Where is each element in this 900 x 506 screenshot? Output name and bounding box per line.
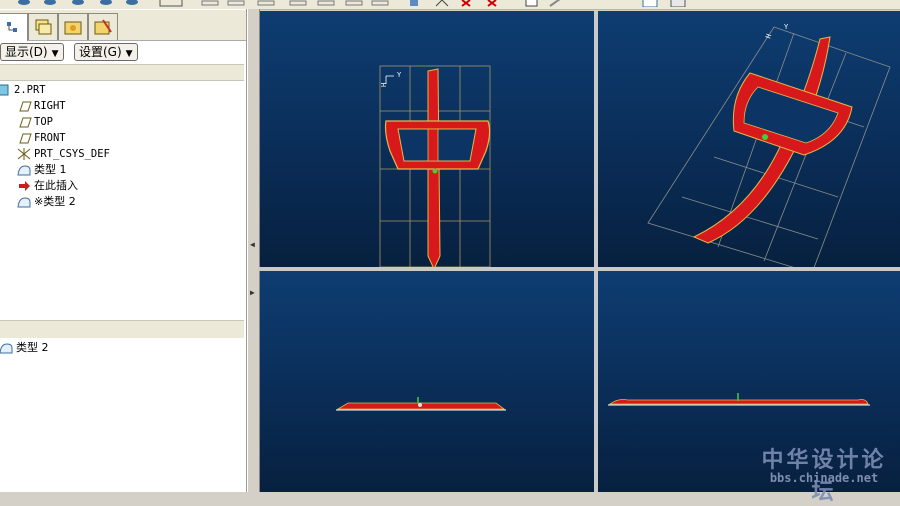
- axis-label-y: Y: [397, 71, 402, 79]
- settings-menu[interactable]: 设置(G) ▼: [74, 43, 138, 61]
- collapse-left-icon[interactable]: ◀: [250, 241, 256, 249]
- chevron-down-icon: ▼: [51, 49, 59, 59]
- model-display-icon[interactable]: [370, 0, 390, 7]
- view-orient-icon[interactable]: [96, 0, 116, 7]
- view-save-icon[interactable]: [14, 0, 34, 7]
- datum-plane-icon[interactable]: [200, 0, 220, 7]
- model-isometric-view: H Y: [647, 23, 891, 267]
- navigator-tabs: [0, 10, 246, 41]
- axis-label-h: H: [380, 83, 388, 87]
- datum-plane-icon: [16, 115, 32, 129]
- layers-icon: [35, 19, 52, 35]
- tree-item-front[interactable]: FRONT: [16, 130, 66, 146]
- csys-icon: [16, 147, 32, 161]
- info-icon[interactable]: [640, 0, 660, 7]
- model-front-view: H Y: [379, 65, 491, 267]
- tree-item-label: 2.PRT: [14, 84, 46, 96]
- model-top-view: [336, 397, 506, 411]
- expand-right-icon[interactable]: ▶: [250, 289, 256, 297]
- axis-label-y: Y: [784, 23, 789, 31]
- view-named-icon[interactable]: [122, 0, 142, 7]
- tree-icon: [7, 22, 17, 32]
- frame-icon[interactable]: [668, 0, 688, 7]
- viewport-top[interactable]: [260, 271, 594, 492]
- tree-item-label: PRT_CSYS_DEF: [34, 148, 110, 160]
- part-icon: [0, 83, 12, 97]
- datum-plane-icon: [16, 99, 32, 113]
- settings-menu-label: 设置(G): [79, 45, 122, 59]
- lower-panel: 类型 2: [0, 338, 244, 492]
- spin-center-icon[interactable]: [344, 0, 364, 7]
- axis-label-h: H: [764, 33, 773, 40]
- tree-menubar: 显示(D) ▼ 设置(G) ▼: [0, 41, 246, 63]
- feature-icon: [16, 195, 32, 209]
- tree-item-label: 在此插入: [34, 179, 78, 192]
- layers-tab[interactable]: [28, 13, 58, 40]
- folder-icon: [64, 21, 82, 35]
- tree-item-feature-1[interactable]: 类型 1: [16, 162, 67, 178]
- favorites-tab[interactable]: [88, 13, 118, 40]
- datum-axis-icon[interactable]: [226, 0, 246, 7]
- tree-item-label: FRONT: [34, 132, 66, 144]
- tree-item-feature-2[interactable]: ※类型 2: [16, 194, 76, 210]
- tree-item-label: ※类型 2: [34, 195, 76, 208]
- model-tree-tab[interactable]: [0, 13, 28, 41]
- tree-item-insert-here[interactable]: 在此插入: [16, 178, 78, 194]
- view-restore-icon[interactable]: [68, 0, 88, 7]
- tree-item-label: TOP: [34, 116, 53, 128]
- show-menu[interactable]: 显示(D) ▼: [0, 43, 64, 61]
- viewport-isometric[interactable]: H Y: [598, 11, 900, 267]
- watermark-url: bbs.chinade.net: [769, 471, 879, 485]
- tree-item-right[interactable]: RIGHT: [16, 98, 66, 114]
- analysis-icon[interactable]: [432, 0, 452, 7]
- datum-csys-icon[interactable]: [288, 0, 308, 7]
- tree-item-csys[interactable]: PRT_CSYS_DEF: [16, 146, 110, 162]
- delete-x-icon[interactable]: [456, 0, 476, 7]
- show-menu-label: 显示(D): [5, 45, 48, 59]
- datum-plane-icon: [16, 131, 32, 145]
- viewport-front[interactable]: H Y: [260, 11, 594, 267]
- zhong-character-model: [692, 36, 853, 244]
- panel-splitter[interactable]: ◀ ▶: [247, 9, 260, 492]
- tree-header-bar: [0, 64, 244, 81]
- lower-item-label: 类型 2: [16, 341, 49, 354]
- insert-here-arrow-icon: [16, 179, 32, 193]
- favorites-icon: [94, 19, 112, 35]
- pencil-icon[interactable]: [546, 0, 566, 7]
- lower-item[interactable]: 类型 2: [0, 340, 49, 356]
- datum-point-icon[interactable]: [256, 0, 276, 7]
- tree-item-label: RIGHT: [34, 100, 66, 112]
- folder-browser-tab[interactable]: [58, 13, 88, 40]
- feature-icon: [0, 341, 14, 355]
- delete-x-icon[interactable]: [482, 0, 502, 7]
- site-watermark: 中华设计论坛 bbs.chinade.net: [754, 442, 894, 505]
- tree-item-part[interactable]: 2.PRT: [0, 82, 46, 98]
- feature-icon: [16, 163, 32, 177]
- tree-item-top[interactable]: TOP: [16, 114, 53, 130]
- lower-panel-header: [0, 320, 244, 339]
- annotation-icon[interactable]: [316, 0, 336, 7]
- model-icon[interactable]: [404, 0, 424, 7]
- view-hidden-icon[interactable]: [40, 0, 60, 7]
- zhong-character-model: [384, 68, 491, 267]
- refit-icon[interactable]: [158, 0, 184, 7]
- checkbox-icon[interactable]: [522, 0, 542, 7]
- tree-item-label: 类型 1: [34, 163, 67, 176]
- chevron-down-icon: ▼: [125, 49, 133, 59]
- model-tree: 2.PRT RIGHT TOP FRONT PRT_CSYS_DEF 类型 1 …: [0, 82, 244, 312]
